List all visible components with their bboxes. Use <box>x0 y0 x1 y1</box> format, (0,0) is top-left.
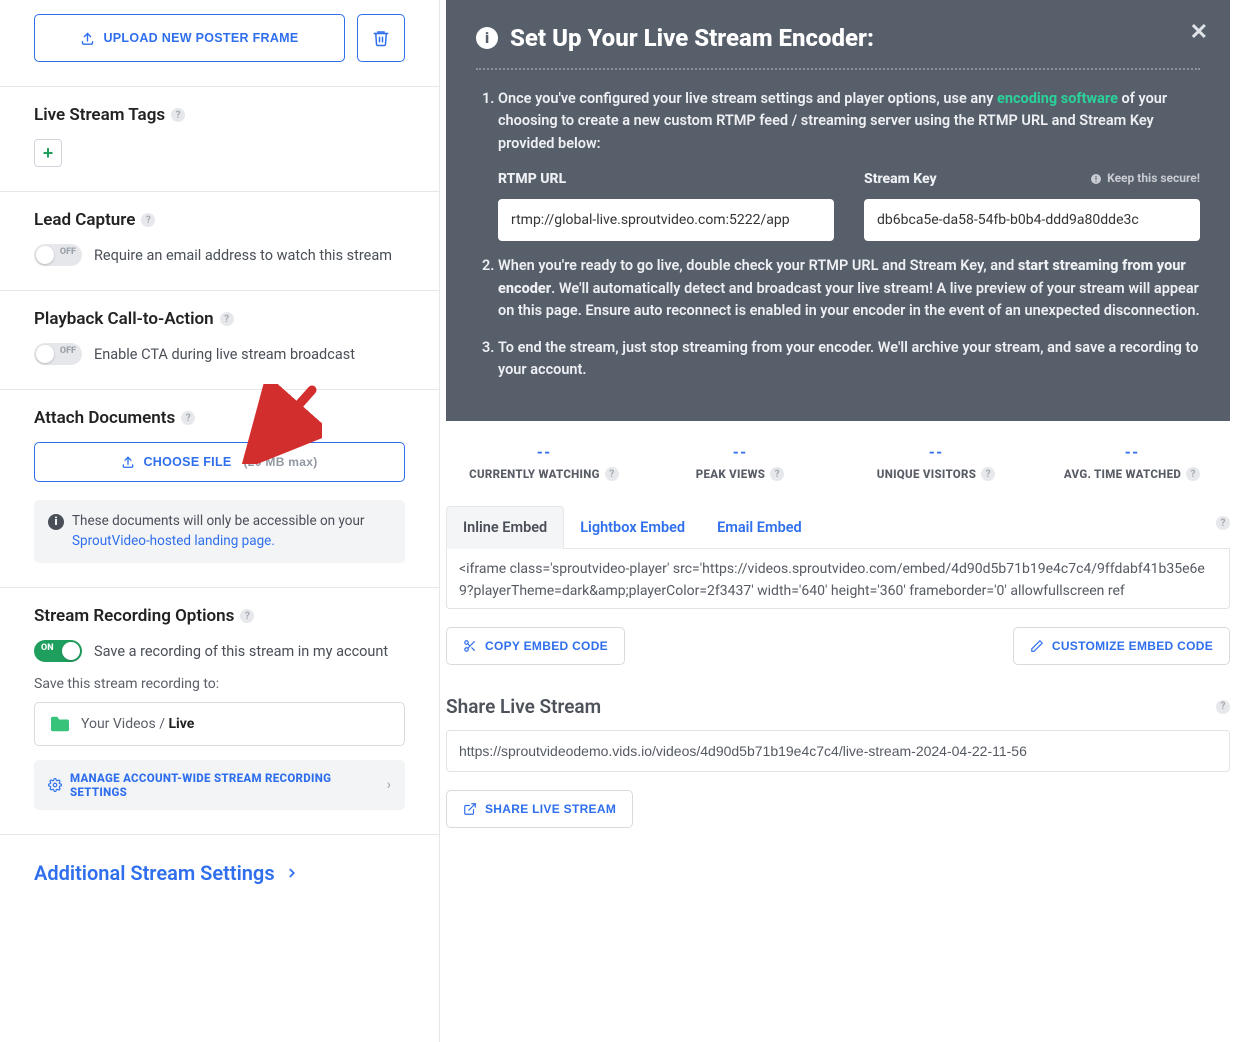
help-icon[interactable]: ? <box>1216 700 1230 714</box>
save-recording-toggle[interactable]: ON OFF <box>34 640 82 662</box>
info-icon: i <box>48 514 64 530</box>
stat-unique-visitors: -- UNIQUE VISITORS? <box>838 443 1034 482</box>
delete-poster-button[interactable] <box>357 14 405 62</box>
chevron-right-icon: › <box>387 777 391 793</box>
tab-inline-embed[interactable]: Inline Embed <box>446 506 564 549</box>
choose-file-button[interactable]: Choose File (20 MB max) <box>34 442 405 482</box>
stat-avg-time: -- AVG. TIME WATCHED? <box>1034 443 1230 482</box>
chevron-right-icon <box>285 866 299 880</box>
lead-capture-text: Require an email address to watch this s… <box>94 247 392 264</box>
help-icon[interactable]: ? <box>981 467 995 481</box>
stat-currently-watching: -- CURRENTLY WATCHING? <box>446 443 642 482</box>
documents-note: i These documents will only be accessibl… <box>34 500 405 563</box>
help-icon[interactable]: ? <box>240 609 254 623</box>
help-icon[interactable]: ? <box>141 213 155 227</box>
stat-peak-views: -- PEAK VIEWS? <box>642 443 838 482</box>
info-icon: i <box>476 27 498 49</box>
encoder-title: Set Up Your Live Stream Encoder: <box>510 24 874 52</box>
stats-row: -- CURRENTLY WATCHING? -- PEAK VIEWS? --… <box>446 443 1230 482</box>
tab-lightbox-embed[interactable]: Lightbox Embed <box>564 507 701 548</box>
stream-key-input[interactable] <box>864 199 1200 241</box>
attach-documents-heading: Attach Documents ? <box>34 408 405 428</box>
encoder-step-2: When you're ready to go live, double che… <box>498 255 1200 322</box>
rtmp-url-label: RTMP URL <box>498 169 834 191</box>
share-url-input[interactable] <box>446 730 1230 772</box>
help-icon[interactable]: ? <box>1216 516 1230 530</box>
help-icon[interactable]: ? <box>605 467 619 481</box>
scissors-icon <box>463 639 477 653</box>
share-live-stream-button[interactable]: Share Live Stream <box>446 790 633 828</box>
warning-icon <box>1090 173 1102 185</box>
landing-page-link[interactable]: SproutVideo-hosted landing page. <box>72 533 275 549</box>
rtmp-url-input[interactable] <box>498 199 834 241</box>
cta-toggle[interactable]: OFF ON <box>34 343 82 365</box>
pencil-icon <box>1030 639 1044 653</box>
additional-stream-settings-toggle[interactable]: Additional Stream Settings <box>0 835 439 911</box>
help-icon[interactable]: ? <box>181 411 195 425</box>
upload-poster-frame-button[interactable]: Upload New Poster Frame <box>34 14 345 62</box>
encoder-step-1: Once you've configured your live stream … <box>498 88 1200 241</box>
recording-folder-selector[interactable]: Your Videos / Live <box>34 702 405 746</box>
copy-embed-code-button[interactable]: Copy Embed Code <box>446 627 625 665</box>
save-recording-text: Save a recording of this stream in my ac… <box>94 643 388 660</box>
save-to-label: Save this stream recording to: <box>34 676 405 692</box>
external-link-icon <box>463 802 477 816</box>
embed-code-textarea[interactable] <box>446 549 1230 609</box>
trash-icon <box>372 29 390 47</box>
encoding-software-link[interactable]: encoding software <box>997 90 1118 107</box>
encoder-step-3: To end the stream, just stop streaming f… <box>498 337 1200 382</box>
live-stream-tags-heading: Live Stream Tags ? <box>34 105 405 125</box>
share-heading: Share Live Stream <box>446 695 601 718</box>
lead-capture-heading: Lead Capture ? <box>34 210 405 230</box>
lead-capture-toggle[interactable]: OFF ON <box>34 244 82 266</box>
encoder-setup-panel: ✕ i Set Up Your Live Stream Encoder: Onc… <box>446 0 1230 421</box>
choose-file-hint: (20 MB max) <box>244 455 318 469</box>
gear-icon <box>48 778 62 792</box>
playback-cta-heading: Playback Call-to-Action ? <box>34 309 405 329</box>
upload-icon <box>80 31 95 46</box>
choose-file-label: Choose File <box>143 455 231 469</box>
manage-recording-settings-link[interactable]: Manage Account-Wide Stream Recording Set… <box>34 760 405 810</box>
stream-key-label: Stream Key <box>864 171 937 187</box>
help-icon[interactable]: ? <box>1186 467 1200 481</box>
close-icon[interactable]: ✕ <box>1190 20 1208 45</box>
keep-secure-note: Keep this secure! <box>1090 169 1200 188</box>
help-icon[interactable]: ? <box>171 108 185 122</box>
cta-text: Enable CTA during live stream broadcast <box>94 346 355 363</box>
folder-icon <box>49 715 71 733</box>
help-icon[interactable]: ? <box>220 312 234 326</box>
add-tag-button[interactable]: + <box>34 139 62 167</box>
stream-recording-heading: Stream Recording Options ? <box>34 606 405 626</box>
help-icon[interactable]: ? <box>770 467 784 481</box>
upload-poster-frame-label: Upload New Poster Frame <box>103 31 298 45</box>
tab-email-embed[interactable]: Email Embed <box>701 507 818 548</box>
customize-embed-code-button[interactable]: Customize Embed Code <box>1013 627 1230 665</box>
upload-icon <box>121 455 135 469</box>
